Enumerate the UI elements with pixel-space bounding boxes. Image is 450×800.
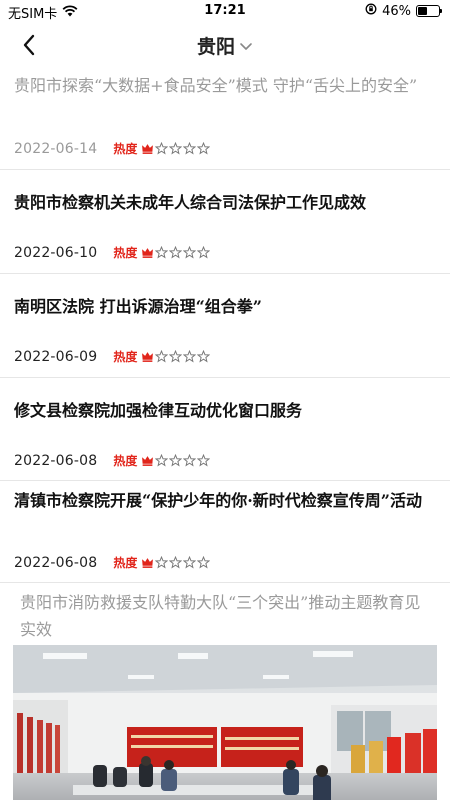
article-date: 2022-06-09: [14, 348, 98, 365]
heat-rating: [141, 350, 211, 363]
article-date: 2022-06-08: [14, 452, 98, 469]
article-list: 贵阳市探索“大数据+食品安全”模式 守护“舌尖上的安全” 2022-06-14 …: [0, 68, 450, 800]
nav-bar: 贵阳: [0, 22, 450, 68]
article-title: 贵阳市消防救援支队特勤大队“三个突出”推动主题教育见实效: [20, 593, 421, 639]
orientation-lock-icon: [365, 3, 377, 19]
status-right: 46%: [365, 3, 442, 19]
star-outline-icon: [155, 556, 169, 569]
star-outline-icon: [169, 350, 183, 363]
article-meta: 2022-06-08 热度: [14, 554, 211, 571]
star-outline-icon: [197, 556, 211, 569]
crown-icon: [142, 144, 154, 154]
article-title: 修文县检察院加强检律互动优化窗口服务: [14, 401, 303, 420]
article-date: 2022-06-14: [14, 140, 98, 157]
star-outline-icon: [183, 454, 197, 467]
battery-percent: 46%: [382, 3, 411, 19]
article-title: 贵阳市探索“大数据+食品安全”模式 守护“舌尖上的安全”: [14, 76, 418, 95]
article-item[interactable]: 贵阳市探索“大数据+食品安全”模式 守护“舌尖上的安全” 2022-06-14 …: [0, 68, 450, 170]
crown-icon: [142, 248, 154, 258]
heat-rating: [141, 454, 211, 467]
heat-rating: [141, 142, 211, 155]
article-meta: 2022-06-14 热度: [14, 140, 211, 157]
article-item[interactable]: 修文县检察院加强检律互动优化窗口服务 2022-06-08 热度: [0, 378, 450, 481]
article-item-with-photo[interactable]: 贵阳市消防救援支队特勤大队“三个突出”推动主题教育见实效: [0, 583, 450, 800]
article-title: 南明区法院 打出诉源治理“组合拳”: [14, 297, 262, 316]
conference-room-image: [13, 645, 437, 800]
heat-label: 热度: [113, 350, 138, 364]
heat-label: 热度: [113, 454, 138, 468]
star-outline-icon: [183, 556, 197, 569]
page-title: 贵阳: [196, 36, 235, 58]
star-outline-icon: [197, 246, 211, 259]
star-outline-icon: [155, 454, 169, 467]
heat-rating: [141, 246, 211, 259]
chevron-down-icon: [240, 42, 252, 50]
article-photo: [13, 645, 437, 800]
star-outline-icon: [183, 142, 197, 155]
article-title: 清镇市检察院开展“保护少年的你·新时代检察宣传周”活动: [14, 491, 422, 510]
star-outline-icon: [183, 350, 197, 363]
star-outline-icon: [169, 454, 183, 467]
article-meta: 2022-06-09 热度: [14, 348, 211, 365]
star-outline-icon: [183, 246, 197, 259]
star-outline-icon: [169, 246, 183, 259]
heat-label: 热度: [113, 142, 138, 156]
battery-fill: [418, 7, 428, 15]
article-date: 2022-06-08: [14, 554, 98, 571]
star-outline-icon: [155, 350, 169, 363]
article-meta: 2022-06-08 热度: [14, 452, 211, 469]
crown-icon: [142, 456, 154, 466]
crown-icon: [142, 558, 154, 568]
city-selector[interactable]: 贵阳: [0, 32, 450, 59]
star-outline-icon: [169, 142, 183, 155]
article-date: 2022-06-10: [14, 244, 98, 261]
heat-label: 热度: [113, 556, 138, 570]
article-title: 贵阳市检察机关未成年人综合司法保护工作见成效: [14, 193, 367, 212]
article-item[interactable]: 清镇市检察院开展“保护少年的你·新时代检察宣传周”活动 2022-06-08 热…: [0, 481, 450, 583]
star-outline-icon: [197, 142, 211, 155]
star-outline-icon: [155, 246, 169, 259]
star-outline-icon: [155, 142, 169, 155]
heat-rating: [141, 556, 211, 569]
heat-label: 热度: [113, 246, 138, 260]
star-outline-icon: [197, 454, 211, 467]
article-item[interactable]: 贵阳市检察机关未成年人综合司法保护工作见成效 2022-06-10 热度: [0, 170, 450, 274]
battery-icon: [416, 5, 442, 17]
crown-icon: [142, 352, 154, 362]
article-item[interactable]: 南明区法院 打出诉源治理“组合拳” 2022-06-09 热度: [0, 274, 450, 378]
star-outline-icon: [197, 350, 211, 363]
star-outline-icon: [169, 556, 183, 569]
status-bar: 无SIM卡 17:21 46%: [0, 0, 450, 22]
article-meta: 2022-06-10 热度: [14, 244, 211, 261]
